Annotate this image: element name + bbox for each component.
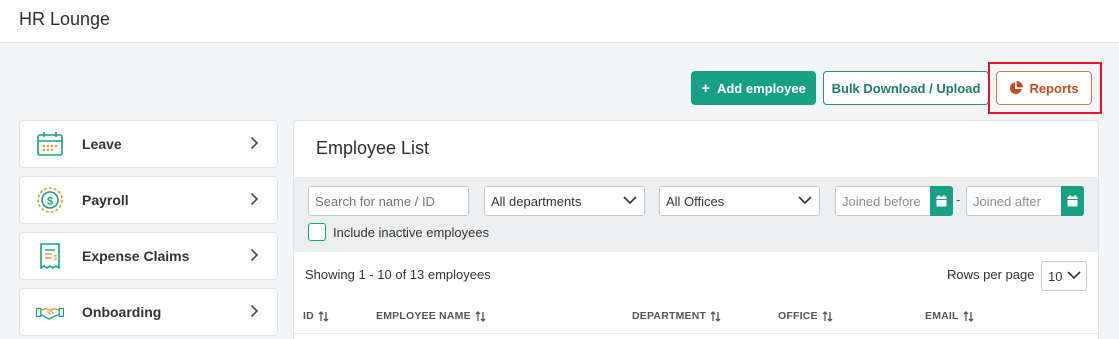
sidebar-item-onboarding[interactable]: Onboarding [19,288,278,336]
top-bar: HR Lounge [0,0,1119,43]
sort-icon [710,310,721,322]
chevron-down-icon [1067,271,1081,280]
pagination-summary: Showing 1 - 10 of 13 employees [305,267,491,282]
calendar-icon [936,195,947,207]
column-header-label: EMPLOYEE NAME [376,310,471,322]
chevron-right-icon [250,192,259,206]
date-range-separator: - [956,192,961,207]
sidebar-item-expense-claims[interactable]: $ Expense Claims [19,232,278,280]
calendar-icon [1067,195,1078,207]
chevron-right-icon [250,304,259,318]
department-selected-value: All departments [491,193,582,209]
chevron-down-icon [798,196,812,205]
joined-before-calendar-button[interactable] [930,186,953,216]
column-header-label: EMAIL [925,310,959,322]
column-header-label: OFFICE [778,310,818,322]
search-input[interactable] [308,186,469,216]
pie-chart-icon [1010,81,1024,95]
include-inactive-toggle[interactable]: Include inactive employees [308,223,489,241]
svg-text:$: $ [47,196,53,208]
column-header-office[interactable]: OFFICE [778,310,833,322]
calendar-icon [37,132,63,156]
dollar-coin-icon: $ [37,187,63,213]
sort-icon [475,310,486,322]
reports-label: Reports [1029,80,1079,96]
sidebar-item-label: Onboarding [82,304,162,320]
column-header-label: ID [303,310,314,322]
app-title: HR Lounge [19,9,111,29]
sidebar-item-label: Expense Claims [82,248,190,264]
office-select[interactable]: All Offices [659,186,820,216]
receipt-icon: $ [40,243,60,269]
joined-before-field[interactable]: Joined before [835,186,953,216]
sort-icon [963,310,974,322]
rows-per-page-value: 10 [1048,268,1063,284]
include-inactive-label: Include inactive employees [333,224,490,240]
bulk-download-upload-button[interactable]: Bulk Download / Upload [823,71,989,105]
column-header-email[interactable]: EMAIL [925,310,974,322]
sort-icon [318,310,329,322]
chevron-right-icon [250,248,259,262]
include-inactive-checkbox[interactable] [308,223,326,241]
column-header-department[interactable]: DEPARTMENT [632,310,721,322]
joined-before-placeholder: Joined before [842,193,921,209]
column-header-id[interactable]: ID [303,310,329,322]
chevron-right-icon [250,136,259,150]
sidebar-item-label: Leave [82,136,122,152]
joined-after-calendar-button[interactable] [1061,186,1084,216]
chevron-down-icon [623,196,637,205]
column-header-label: DEPARTMENT [632,310,707,322]
sidebar-item-payroll[interactable]: $ Payroll [19,176,278,224]
column-header-employee-name[interactable]: EMPLOYEE NAME [376,310,486,322]
handshake-icon [36,307,64,320]
joined-after-placeholder: Joined after [973,193,1041,209]
table-header-divider [294,333,1098,334]
add-employee-label: Add employee [716,80,806,96]
office-selected-value: All Offices [666,193,725,209]
sidebar-item-label: Payroll [82,192,129,208]
rows-per-page-select[interactable]: 10 [1041,261,1087,291]
rows-per-page-label: Rows per page [947,267,1035,282]
plus-icon: + [701,79,710,97]
add-employee-button[interactable]: + Add employee [691,71,816,105]
joined-after-field[interactable]: Joined after [966,186,1084,216]
page-title: Employee List [316,138,430,158]
reports-button[interactable]: Reports [996,71,1092,105]
bulk-label: Bulk Download / Upload [831,80,981,96]
sidebar-item-leave[interactable]: Leave [19,120,278,168]
sort-icon [822,310,833,322]
department-select[interactable]: All departments [484,186,645,216]
employee-list-panel: Employee List All departments All Office… [293,120,1099,339]
svg-text:$: $ [54,255,58,262]
